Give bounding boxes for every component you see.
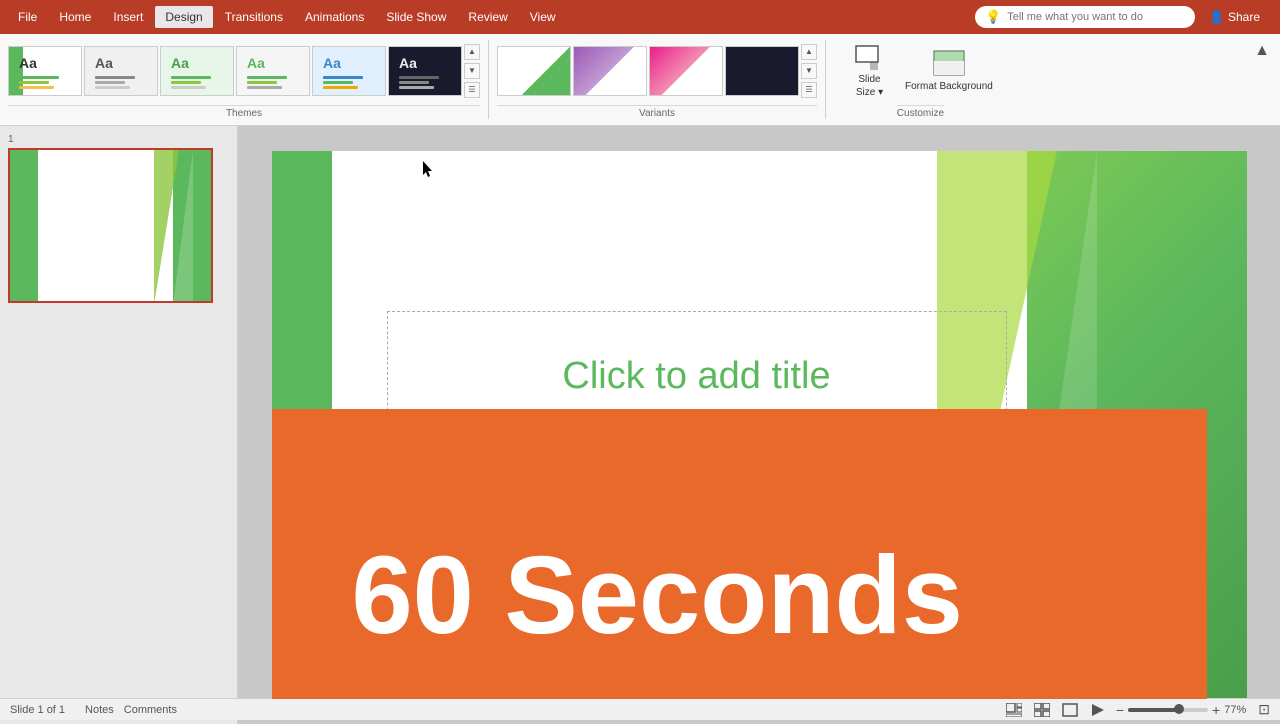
share-button[interactable]: 👤 Share	[1197, 6, 1272, 28]
variant-scroll-up[interactable]: ▲	[801, 44, 817, 60]
variant-thumb-4[interactable]	[725, 46, 799, 96]
variant-scroll-down[interactable]: ▼	[801, 63, 817, 79]
menu-file[interactable]: File	[8, 6, 47, 28]
lightbulb-icon: 💡	[985, 9, 1001, 25]
variants-label: Variants	[497, 105, 817, 121]
search-input[interactable]	[1007, 11, 1177, 23]
customize-label: Customize	[897, 105, 944, 121]
variants-section: ▲ ▼ ☰ Variants	[497, 38, 817, 121]
zoom-slider[interactable]	[1128, 708, 1208, 712]
menu-home[interactable]: Home	[49, 6, 101, 28]
zoom-in-button[interactable]: +	[1212, 702, 1220, 718]
canvas-area: Click to add title subtitle 60 Seconds	[238, 126, 1280, 724]
variant-expand[interactable]: ☰	[801, 82, 817, 98]
menu-slideshow[interactable]: Slide Show	[376, 6, 456, 28]
slideshow-button[interactable]	[1088, 701, 1108, 719]
slide-sorter-button[interactable]	[1032, 701, 1052, 719]
slide-1-container[interactable]: 1	[8, 134, 229, 303]
slide-canvas[interactable]: Click to add title subtitle 60 Seconds	[272, 151, 1247, 699]
ribbon-collapse-button[interactable]: ▲	[1252, 38, 1272, 60]
zoom-out-button[interactable]: −	[1116, 702, 1124, 718]
theme-thumb-1[interactable]: Aa	[8, 46, 82, 96]
theme-thumb-6[interactable]: Aa	[388, 46, 462, 96]
theme-thumb-2[interactable]: Aa	[84, 46, 158, 96]
search-box: 💡	[975, 6, 1195, 28]
slide-size-button[interactable]: SlideSize ▾	[842, 38, 897, 103]
format-background-label: Format Background	[905, 80, 993, 93]
format-background-button[interactable]: Format Background	[899, 45, 999, 97]
menu-transitions[interactable]: Transitions	[215, 6, 293, 28]
slide-info: Slide 1 of 1	[10, 704, 65, 716]
theme-expand[interactable]: ☰	[464, 82, 480, 98]
slides-panel: 1	[0, 126, 238, 724]
zoom-control: − + 77%	[1116, 702, 1246, 718]
slide-size-icon	[854, 42, 886, 70]
menu-animations[interactable]: Animations	[295, 6, 374, 28]
comments-button[interactable]: Comments	[124, 704, 177, 716]
overlay-text: 60 Seconds	[352, 532, 963, 659]
theme-scroll-down[interactable]: ▼	[464, 63, 480, 79]
theme-thumb-5[interactable]: Aa	[312, 46, 386, 96]
person-icon: 👤	[1209, 10, 1224, 24]
theme-thumb-4[interactable]: Aa	[236, 46, 310, 96]
divider-2	[825, 40, 826, 119]
zoom-level[interactable]: 77%	[1224, 704, 1246, 716]
fit-slide-button[interactable]: ⊡	[1258, 701, 1270, 718]
status-right: − + 77% ⊡	[1004, 701, 1270, 719]
theme-scroll-buttons: ▲ ▼ ☰	[464, 44, 480, 98]
variant-thumb-1[interactable]	[497, 46, 571, 96]
reading-view-button[interactable]	[1060, 701, 1080, 719]
title-placeholder-text: Click to add title	[562, 355, 830, 398]
slide-number: 1	[8, 134, 229, 145]
menu-insert[interactable]: Insert	[103, 6, 153, 28]
menu-view[interactable]: View	[520, 6, 566, 28]
divider-1	[488, 40, 489, 119]
slide-thumbnail-1[interactable]	[8, 148, 213, 303]
notes-button[interactable]: Notes	[85, 704, 114, 716]
format-background-icon	[933, 49, 965, 77]
variant-scroll-buttons: ▲ ▼ ☰	[801, 44, 817, 98]
variant-thumb-3[interactable]	[649, 46, 723, 96]
menu-review[interactable]: Review	[458, 6, 517, 28]
ribbon: Aa Aa Aa	[0, 34, 1280, 126]
menu-design[interactable]: Design	[155, 6, 212, 28]
themes-label: Themes	[8, 105, 480, 121]
theme-thumb-3[interactable]: Aa	[160, 46, 234, 96]
customize-section: SlideSize ▾ Format Background Customize	[834, 38, 1007, 121]
menu-bar: File Home Insert Design Transitions Anim…	[0, 0, 1280, 34]
status-bar: Slide 1 of 1 Notes Comments − + 77% ⊡	[0, 698, 1280, 720]
themes-section: Aa Aa Aa	[8, 38, 480, 121]
normal-view-button[interactable]	[1004, 701, 1024, 719]
theme-scroll-up[interactable]: ▲	[464, 44, 480, 60]
variant-thumb-2[interactable]	[573, 46, 647, 96]
